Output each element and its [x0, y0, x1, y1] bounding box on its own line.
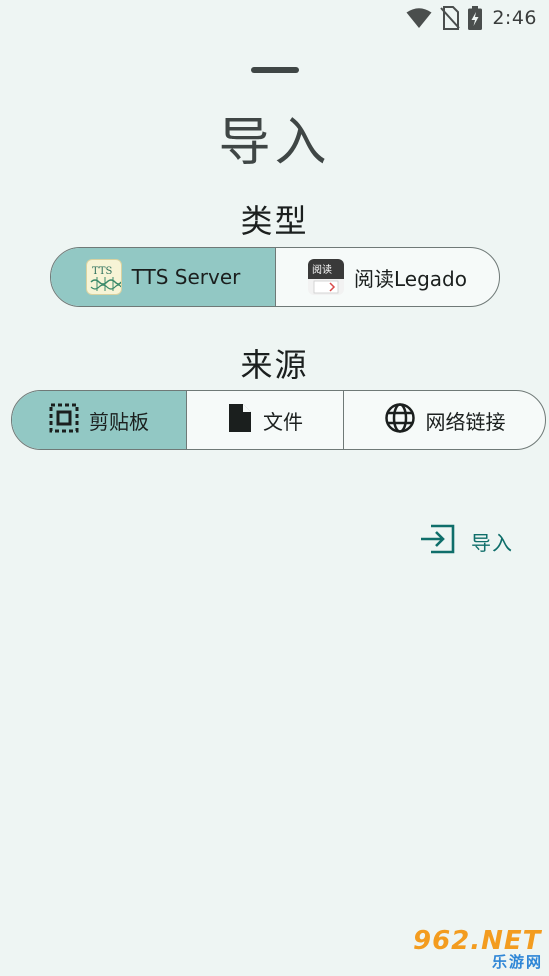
globe-icon — [384, 402, 416, 439]
type-option-tts-server[interactable]: TTS TTS Server — [51, 248, 275, 306]
source-option-label: 文件 — [263, 409, 303, 434]
source-option-label: 网络链接 — [425, 409, 506, 434]
site-watermark: 962.NET 乐游网 — [413, 926, 543, 972]
type-section-label: 类型 — [240, 202, 309, 240]
login-arrow-icon — [419, 524, 457, 558]
source-option-network-link[interactable]: 网络链接 — [343, 391, 545, 449]
sheet-drag-handle[interactable] — [251, 67, 299, 73]
watermark-site-name: 乐游网 — [491, 953, 543, 971]
source-option-file[interactable]: 文件 — [186, 391, 343, 449]
source-section-label: 来源 — [240, 346, 309, 384]
wifi-icon — [406, 7, 432, 29]
sheet-title: 导入 — [218, 113, 331, 173]
svg-text:TTS: TTS — [92, 266, 113, 277]
source-option-clipboard[interactable]: 剪贴板 — [12, 391, 186, 449]
type-option-legado[interactable]: 阅读 阅读Legado — [275, 248, 499, 306]
import-button-label: 导入 — [471, 530, 513, 555]
svg-text:阅读: 阅读 — [312, 263, 332, 276]
status-bar: 2:46 — [0, 0, 549, 36]
type-option-label: TTS Server — [131, 265, 241, 289]
tts-server-app-icon: TTS — [85, 259, 122, 295]
type-option-label: 阅读Legado — [354, 266, 467, 291]
battery-charging-icon — [468, 6, 483, 30]
clipboard-select-icon — [49, 403, 79, 438]
file-icon — [227, 402, 253, 439]
source-option-label: 剪贴板 — [89, 409, 149, 434]
no-sim-icon — [440, 6, 461, 30]
source-segmented-control: 剪贴板 文件 网络链接 — [11, 390, 546, 450]
legado-app-icon: 阅读 — [308, 259, 344, 295]
import-sheet-screen: 2:46 导入 类型 TTS TTS Server 阅读 阅读Legado 来源… — [0, 0, 549, 976]
import-button[interactable]: 导入 — [419, 524, 513, 558]
type-segmented-control: TTS TTS Server 阅读 阅读Legado — [50, 247, 500, 307]
status-clock: 2:46 — [492, 7, 537, 29]
